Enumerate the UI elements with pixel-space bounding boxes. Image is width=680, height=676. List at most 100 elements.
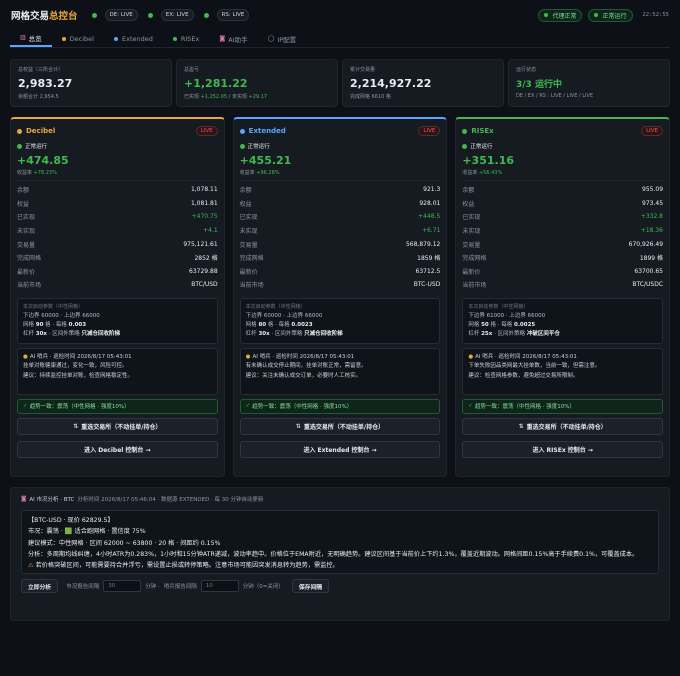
robot-icon: ◙ <box>21 496 27 502</box>
ex-live-dot <box>147 9 161 21</box>
analysis-title: AI 市况分析 · BTC <box>29 497 75 503</box>
tab-ai-assistant[interactable]: ◙ AI助手 <box>209 30 257 47</box>
swap-icon: ⇅ <box>73 422 79 430</box>
exchange-status: 正常运行 <box>239 142 441 150</box>
exchange-card-risex: RISEx LIVE 正常运行 +351.16 收益率 +56.43% 余额 955.09 权… <box>455 117 671 477</box>
exchange-card-extended: Extended LIVE 正常运行 +455.21 收益率 +96.28% 余额 921.… <box>232 117 448 477</box>
warning-icon: ⚠ <box>28 562 34 570</box>
run-status-pill: 正常运行 <box>588 8 633 22</box>
kv-row: 未实现 +18.36 <box>462 227 664 236</box>
trend-status: ✓ 趋势一致：震荡（中性网格 · 强度10%） <box>17 398 218 414</box>
tab-decibel[interactable]: Decibel <box>52 30 104 47</box>
start-params: 本次启动参数（中性网格） 下边界 60000 · 上边界 66000 网格 90 格… <box>17 297 218 344</box>
kv-row: 当前市场 BTC/USD <box>17 281 218 290</box>
analysis-text: 【BTC-USD · 现价 62829.5】 市况：震荡 · 🟩 适合跑网格 ·… <box>21 510 659 574</box>
trend-status: ✓ 趋势一致：震荡（中性网格 · 强度10%） <box>239 398 441 414</box>
app-header: 网格交易总控台 DE: LIVE EX: LIVE RS: LIVE 代理正常 … <box>0 0 680 30</box>
switch-exchange-button[interactable]: ⇅ 重选交易所（不动挂单/持仓） <box>17 417 218 435</box>
dot-icon <box>172 36 177 41</box>
exchange-yield: 收益率 +56.43% <box>462 170 503 176</box>
kv-row: 未实现 +6.71 <box>239 227 441 236</box>
ai-sentinel-box: ● AI 哨兵 · 巡检时间 2026/8/17 05:43:01 下单失败因品类网… <box>462 347 664 395</box>
exchange-pnl: +474.85 <box>17 154 69 167</box>
summary-total-pnl: 总盈亏 +1,281.22 已实现 +1,252.05 / 未实现 +29.17 <box>176 59 338 107</box>
kv-row: 交易量 670,926.49 <box>462 240 664 249</box>
start-params: 本次启动参数（中性网格） 下边界 60000 · 上边界 66000 网格 80 格… <box>239 297 441 344</box>
summary-volume: 累计交易量 2,214,927.22 完成网格 6610 格 <box>342 59 504 107</box>
summary-total-equity: 总权益（三所合计） 2,983.27 余额合计 2,954.5 <box>10 59 172 107</box>
sentinel-input[interactable] <box>200 580 239 592</box>
trend-status: ✓ 趋势一致：震荡（中性网格 · 强度10%） <box>462 398 664 414</box>
dot-icon <box>462 128 468 134</box>
sentinel-icon: ● <box>245 353 251 360</box>
kv-row: 当前市场 BTC/USDC <box>462 281 664 290</box>
enter-console-button[interactable]: 进入 RISEx 控制台 → <box>462 440 664 458</box>
tab-extended[interactable]: Extended <box>104 30 163 47</box>
exchange-status: 正常运行 <box>17 142 218 150</box>
dot-icon <box>239 128 245 134</box>
kv-row: 最新价 63712.5 <box>239 267 441 276</box>
de-live-badge <box>91 9 105 21</box>
kv-row: 余额 955.09 <box>462 186 664 195</box>
kv-row: 交易量 568,879.12 <box>239 240 441 249</box>
exchange-pnl: +455.21 <box>239 154 292 167</box>
save-interval-button[interactable]: 保存间隔 <box>291 579 330 593</box>
live-badge: LIVE <box>195 126 218 136</box>
switch-exchange-button[interactable]: ⇅ 重选交易所（不动挂单/持仓） <box>239 417 441 435</box>
kv-row: 当前市场 BTC-USD <box>239 281 441 290</box>
kv-row: 余额 921.3 <box>239 186 441 195</box>
enter-console-button[interactable]: 进入 Decibel 控制台 → <box>17 440 218 458</box>
live-badge: LIVE <box>418 126 441 136</box>
interval-label: 市况报告间隔 <box>66 584 100 590</box>
tab-ip-config[interactable]: ◯ IP配置 <box>258 30 307 47</box>
kv-row: 已实现 +332.8 <box>462 213 664 222</box>
dot-icon <box>114 36 118 41</box>
sentinel-icon: ● <box>23 353 28 360</box>
exchange-yield: 收益率 +96.28% <box>239 170 280 176</box>
dot-icon <box>61 36 66 41</box>
kv-row: 权益 1,081.81 <box>17 199 218 208</box>
chart-icon: ▥ <box>20 34 26 41</box>
ai-sentinel-box: ● AI 哨兵 · 巡检时间 2026/8/17 05:43:01 挂单对账健康通过… <box>17 347 218 395</box>
kv-row: 已实现 +470.75 <box>17 213 218 222</box>
sentinel-icon: ● <box>468 353 474 360</box>
kv-row: 未实现 +4.1 <box>17 227 218 236</box>
kv-row: 完成网格 1859 格 <box>239 255 441 263</box>
rs-badge: RS: LIVE <box>216 9 250 21</box>
exchange-name: Extended <box>239 127 286 135</box>
tab-overview[interactable]: ▥ 总览 <box>10 30 52 47</box>
check-icon: ✓ <box>468 403 473 410</box>
interval-input[interactable] <box>103 580 142 592</box>
kv-row: 权益 973.45 <box>462 199 664 208</box>
check-icon: ✓ <box>23 403 28 410</box>
exchange-card-decibel: Decibel LIVE 正常运行 +474.85 收益率 +78.23% 余额 1,078… <box>10 117 225 477</box>
ex-badge: EX: LIVE <box>160 9 194 21</box>
rs-live-dot <box>203 9 217 21</box>
kv-row: 完成网格 2852 格 <box>17 255 218 263</box>
clock: 22:52:55 <box>642 12 670 18</box>
swap-icon: ⇅ <box>518 422 524 430</box>
dot-icon <box>17 128 22 134</box>
exchange-status: 正常运行 <box>462 142 663 150</box>
summary-row: 总权益（三所合计） 2,983.27 余额合计 2,954.5 总盈亏 +1,2… <box>10 59 670 107</box>
kv-row: 余额 1,078.11 <box>17 186 218 195</box>
tab-risex[interactable]: RISEx <box>163 30 210 47</box>
exchange-name: RISEx <box>462 127 494 135</box>
analyze-now-button[interactable]: 立即分析 <box>21 579 59 593</box>
kv-row: 已实现 +448.5 <box>239 213 441 222</box>
de-badge: DE: LIVE <box>104 9 138 21</box>
proxy-status-pill: 代理正常 <box>538 8 583 22</box>
exchange-name: Decibel <box>17 127 55 135</box>
sentinel-label: 哨兵报告间隔 <box>163 584 197 590</box>
check-icon: ✓ <box>245 403 251 410</box>
robot-icon: ◙ <box>219 35 226 42</box>
switch-exchange-button[interactable]: ⇅ 重选交易所（不动挂单/持仓） <box>462 417 664 435</box>
kv-row: 最新价 63700.65 <box>462 267 664 276</box>
kv-row: 最新价 63729.88 <box>17 267 218 276</box>
exchange-pnl: +351.16 <box>462 154 515 167</box>
kv-row: 交易量 975,121.61 <box>17 240 218 249</box>
analysis-meta: 分析时间 2026/8/17 05:46:04 · 数据源 EXTENDED ·… <box>77 497 264 503</box>
enter-console-button[interactable]: 进入 Extended 控制台 → <box>239 440 441 458</box>
kv-row: 完成网格 1899 格 <box>462 255 664 263</box>
swap-icon: ⇅ <box>295 422 301 430</box>
